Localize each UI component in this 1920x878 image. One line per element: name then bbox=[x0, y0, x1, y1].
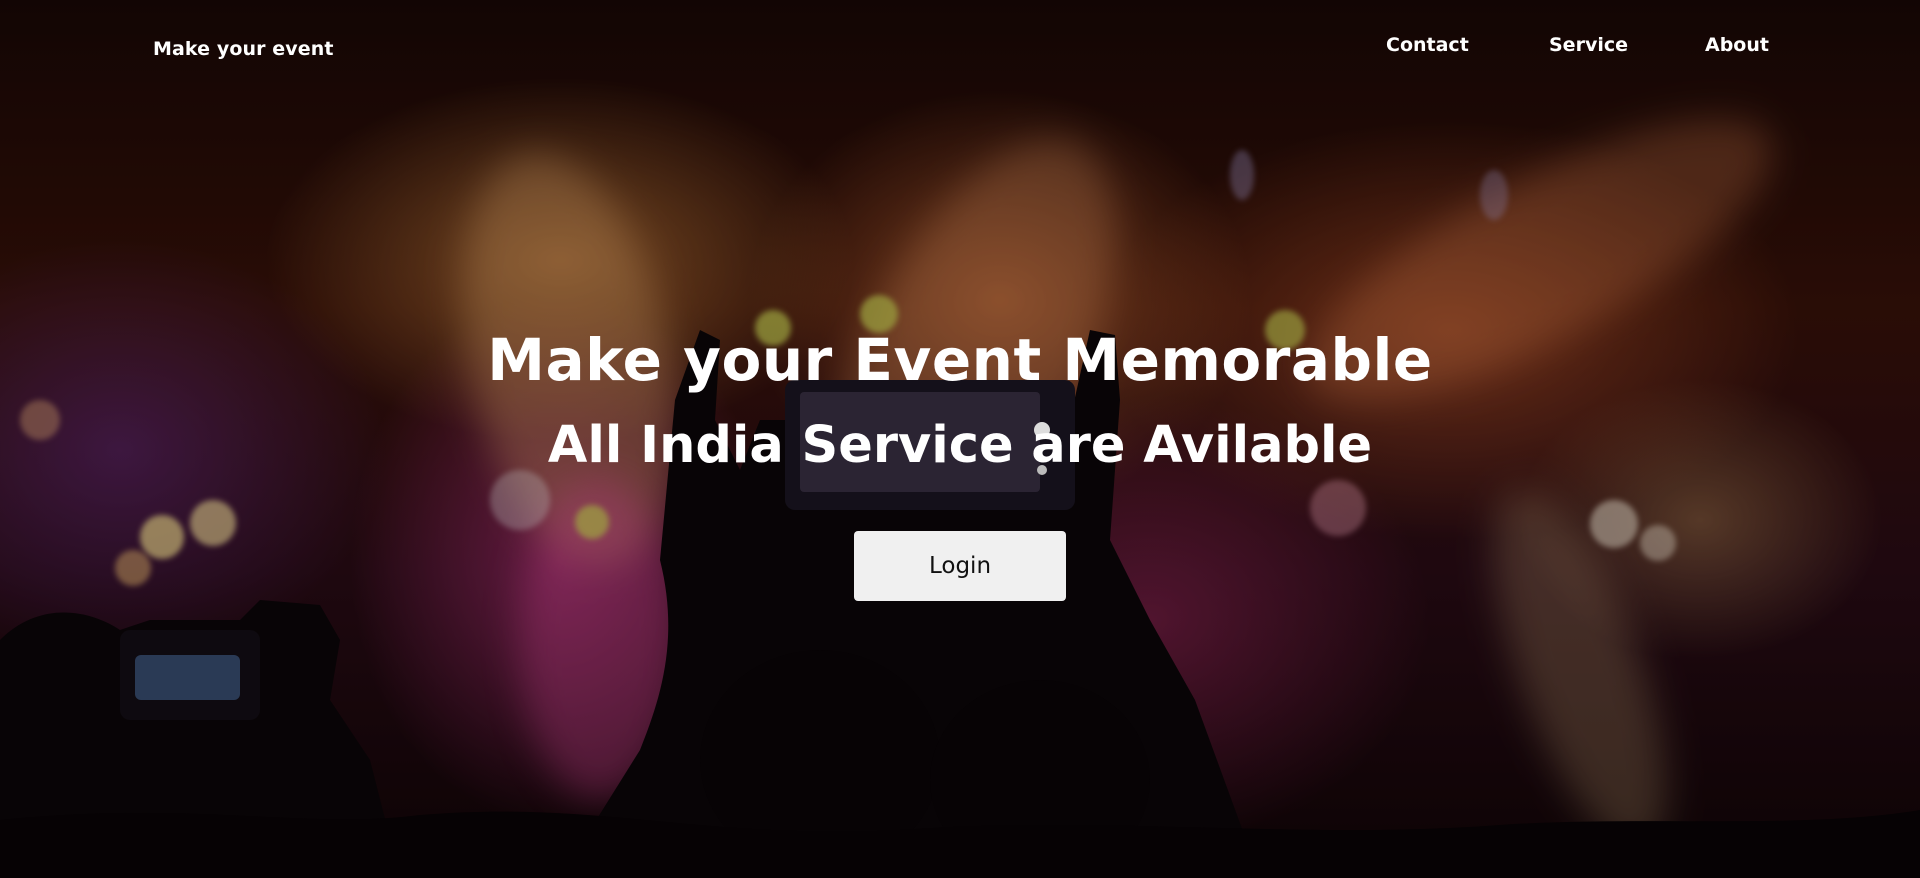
brand-logo-link[interactable]: Make your event bbox=[153, 38, 334, 60]
hero-subtitle: All India Service are Avilable bbox=[547, 416, 1373, 475]
nav-link-contact[interactable]: Contact bbox=[1386, 34, 1469, 56]
hero-title: Make your Event Memorable bbox=[487, 326, 1433, 394]
hero-text-block: Make your Event Memorable All India Serv… bbox=[0, 318, 1920, 490]
hero-section: Make your event Contact Service About Ma… bbox=[0, 0, 1920, 878]
top-navbar: Make your event Contact Service About bbox=[0, 0, 1920, 100]
nav-link-about[interactable]: About bbox=[1705, 34, 1769, 56]
nav-link-service[interactable]: Service bbox=[1549, 34, 1628, 56]
login-button[interactable]: Login bbox=[854, 531, 1066, 601]
